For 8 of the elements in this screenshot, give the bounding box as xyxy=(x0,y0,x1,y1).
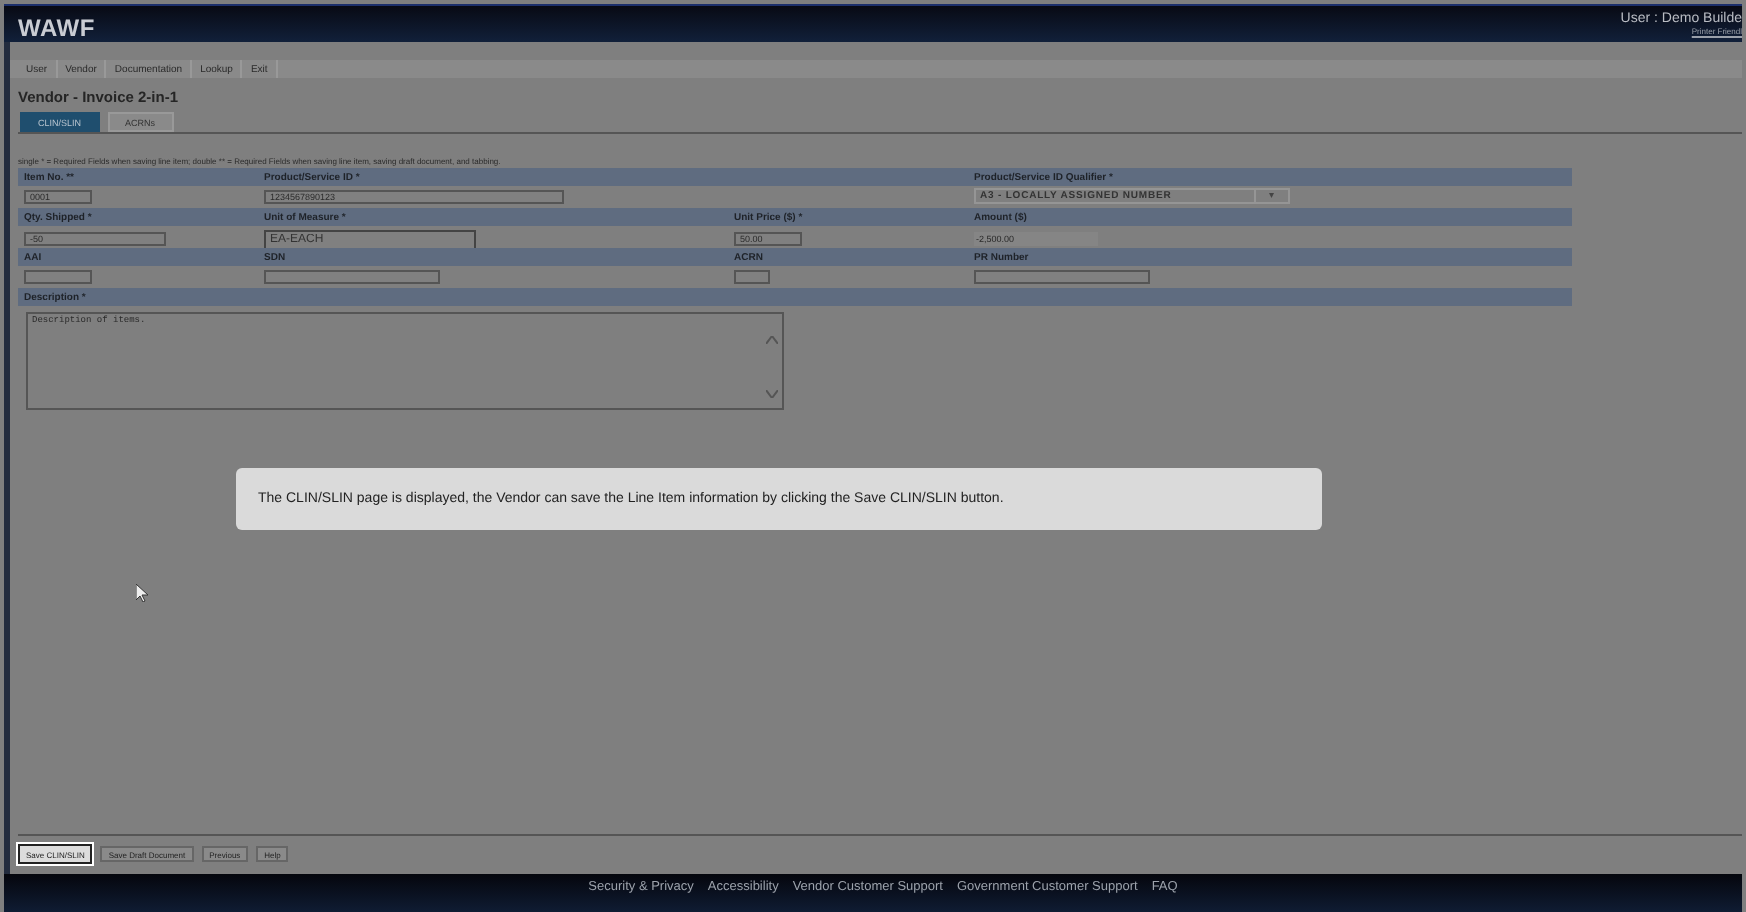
scroll-up-icon[interactable] xyxy=(766,336,778,344)
cursor-icon xyxy=(136,584,148,602)
input-field[interactable] xyxy=(24,269,92,283)
input-field[interactable] xyxy=(974,269,1150,283)
input-field[interactable] xyxy=(264,269,440,283)
logo: WAWF xyxy=(18,14,96,42)
scroll-down-icon[interactable] xyxy=(766,390,778,398)
input-field[interactable] xyxy=(734,269,770,283)
